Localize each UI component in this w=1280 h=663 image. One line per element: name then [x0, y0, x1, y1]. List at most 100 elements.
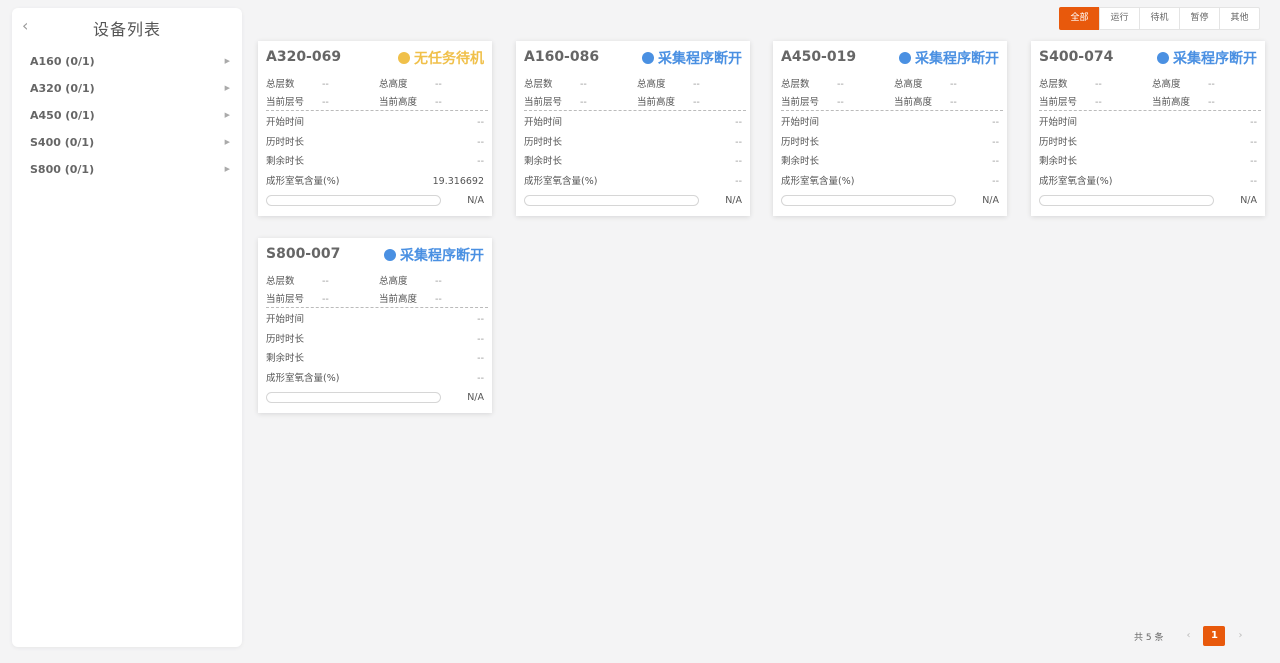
oxygen-label: 成形室氧含量(%) [781, 175, 855, 187]
oxygen-value: -- [477, 372, 484, 384]
next-page-button[interactable]: › [1229, 626, 1251, 646]
progress-bar [266, 194, 441, 206]
filter-all-button[interactable]: 全部 [1059, 7, 1100, 30]
status-text: 采集程序断开 [658, 51, 742, 67]
tree-item-a450[interactable]: A450 (0/1) ▶ [12, 102, 242, 129]
current-layer-value: -- [837, 97, 844, 108]
status-text: 无任务待机 [414, 51, 484, 67]
start-time-label: 开始时间 [1039, 117, 1078, 128]
current-layer-value: -- [580, 97, 587, 108]
start-time-label: 开始时间 [781, 117, 820, 128]
page-1-button[interactable]: 1 [1203, 626, 1226, 646]
progress-bar [1039, 194, 1214, 206]
caret-right-icon: ▶ [224, 111, 230, 119]
elapsed-label: 历时时长 [266, 136, 305, 148]
tree-item-s400[interactable]: S400 (0/1) ▶ [12, 129, 242, 156]
elapsed-value: -- [477, 333, 484, 345]
device-card[interactable]: S800-007 采集程序断开 总层数 -- 总高度 -- 当前层号 -- 当前高度 -… [258, 238, 492, 413]
filter-other-button[interactable]: 其他 [1219, 7, 1260, 30]
progress-bar [266, 391, 441, 403]
device-card[interactable]: A160-086 采集程序断开 总层数 -- 总高度 -- 当前层号 -- 当前高度 -… [516, 41, 750, 216]
total-layers-value: -- [1095, 79, 1102, 90]
prev-page-button[interactable]: ‹ [1177, 626, 1199, 646]
remaining-value: -- [992, 156, 999, 167]
oxygen-value: -- [735, 175, 742, 187]
current-layer-value: -- [322, 97, 329, 108]
device-name: A450-019 [781, 49, 857, 65]
elapsed-label: 历时时长 [1039, 136, 1078, 148]
elapsed-value: -- [735, 136, 742, 148]
status-badge: 采集程序断开 [1157, 48, 1257, 68]
progress-text: N/A [467, 391, 484, 403]
progress-bar [781, 194, 956, 206]
current-layer-value: -- [1095, 97, 1102, 108]
start-time-label: 开始时间 [524, 117, 563, 128]
oxygen-value: -- [992, 175, 999, 187]
total-layers-label: 总层数 [781, 79, 810, 90]
device-card[interactable]: A320-069 无任务待机 总层数 -- 总高度 -- 当前层号 -- 当前高度 --… [258, 41, 492, 216]
filter-standby-button[interactable]: 待机 [1139, 7, 1180, 30]
device-list-sidebar: ‹ 设备列表 A160 (0/1) ▶ A320 (0/1) ▶ A450 (0/1… [12, 8, 242, 647]
status-text: 采集程序断开 [915, 51, 999, 67]
oxygen-value: -- [1250, 175, 1257, 187]
elapsed-label: 历时时长 [266, 333, 305, 345]
progress-text: N/A [982, 194, 999, 206]
elapsed-value: -- [992, 136, 999, 148]
remaining-label: 剩余时长 [1039, 156, 1078, 167]
filter-running-button[interactable]: 运行 [1099, 7, 1140, 30]
remaining-value: -- [1250, 156, 1257, 167]
start-time-value: -- [477, 314, 484, 325]
elapsed-value: -- [477, 136, 484, 148]
progress-text: N/A [1240, 194, 1257, 206]
filter-paused-button[interactable]: 暂停 [1179, 7, 1220, 30]
device-name: S800-007 [266, 246, 341, 262]
start-time-label: 开始时间 [266, 314, 305, 325]
status-badge: 采集程序断开 [384, 245, 484, 265]
status-badge: 无任务待机 [398, 48, 484, 68]
status-text: 采集程序断开 [1173, 51, 1257, 67]
current-height-value: -- [435, 294, 442, 305]
device-card[interactable]: S400-074 采集程序断开 总层数 -- 总高度 -- 当前层号 -- 当前高度 -… [1031, 41, 1265, 216]
divider [524, 110, 746, 111]
status-dot-icon [899, 52, 911, 64]
caret-right-icon: ▶ [224, 57, 230, 65]
tree-item-s800[interactable]: S800 (0/1) ▶ [12, 156, 242, 183]
total-height-value: -- [435, 276, 442, 287]
remaining-label: 剩余时长 [524, 156, 563, 167]
status-dot-icon [384, 249, 396, 261]
total-height-value: -- [693, 79, 700, 90]
status-badge: 采集程序断开 [899, 48, 999, 68]
pagination-total: 共 5 条 [1134, 632, 1164, 643]
remaining-label: 剩余时长 [266, 353, 305, 364]
total-layers-label: 总层数 [266, 79, 295, 90]
device-name: A320-069 [266, 49, 342, 65]
start-time-value: -- [735, 117, 742, 128]
status-text: 采集程序断开 [400, 248, 484, 264]
tree-item-a160[interactable]: A160 (0/1) ▶ [12, 48, 242, 75]
remaining-value: -- [477, 156, 484, 167]
current-height-value: -- [693, 97, 700, 108]
elapsed-value: -- [1250, 136, 1257, 148]
device-card[interactable]: A450-019 采集程序断开 总层数 -- 总高度 -- 当前层号 -- 当前高度 -… [773, 41, 1007, 216]
total-layers-value: -- [322, 79, 329, 90]
status-dot-icon [642, 52, 654, 64]
progress-bar [524, 194, 699, 206]
oxygen-value: 19.316692 [432, 175, 484, 187]
tree-item-a320[interactable]: A320 (0/1) ▶ [12, 75, 242, 102]
sidebar-header: ‹ 设备列表 [12, 8, 242, 44]
tree-item-label: S400 (0/1) [30, 136, 95, 149]
tree-item-label: A450 (0/1) [30, 109, 95, 122]
total-layers-label: 总层数 [524, 79, 553, 90]
total-layers-label: 总层数 [1039, 79, 1068, 90]
current-layer-value: -- [322, 294, 329, 305]
divider [266, 110, 488, 111]
total-layers-value: -- [837, 79, 844, 90]
tree-item-label: A160 (0/1) [30, 55, 95, 68]
device-name: S400-074 [1039, 49, 1114, 65]
tree-item-label: S800 (0/1) [30, 163, 95, 176]
start-time-value: -- [992, 117, 999, 128]
remaining-value: -- [477, 353, 484, 364]
oxygen-label: 成形室氧含量(%) [1039, 175, 1113, 187]
total-layers-value: -- [322, 276, 329, 287]
oxygen-label: 成形室氧含量(%) [266, 175, 340, 187]
